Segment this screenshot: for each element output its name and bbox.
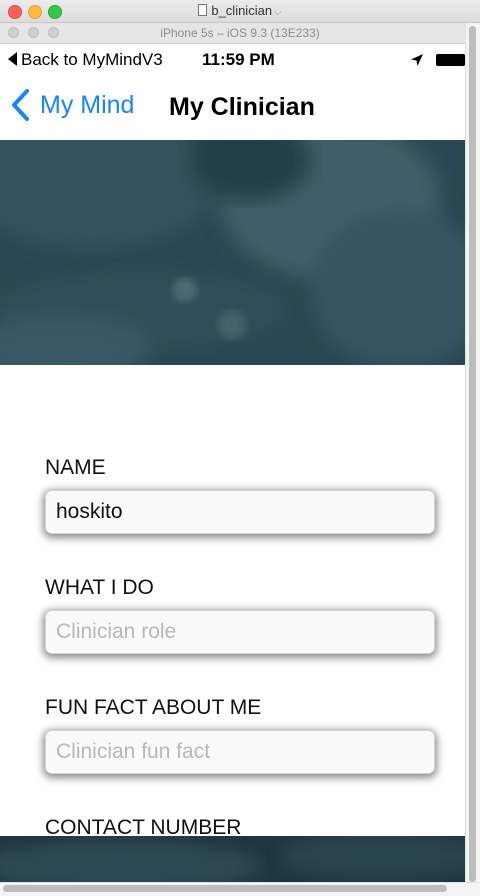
- name-label: NAME: [45, 456, 106, 479]
- role-field[interactable]: [45, 610, 435, 654]
- window-title: b_clinician: [211, 3, 273, 18]
- chevron-left-icon: [12, 89, 29, 121]
- battery-icon: [436, 54, 465, 66]
- window-titlebar: b_clinician ⌵: [0, 0, 480, 23]
- hero-image: [0, 140, 465, 365]
- status-bar: Back to MyMindV3 11:59 PM: [0, 44, 465, 74]
- footer-image-band: [0, 836, 465, 882]
- window-title-wrap: b_clinician ⌵: [0, 3, 480, 18]
- location-arrow-icon: [411, 54, 423, 66]
- nav-back-button[interactable]: My Mind: [10, 88, 134, 122]
- simulator-device-label: iPhone 5s – iOS 9.3 (13E233): [160, 26, 320, 40]
- navigation-bar: My Mind My Clinician: [0, 74, 465, 139]
- back-to-app-label: Back to MyMindV3: [21, 50, 163, 69]
- document-icon: [198, 4, 208, 16]
- page-title: My Clinician: [169, 93, 315, 121]
- simulator-screen: Back to MyMindV3 11:59 PM My Mind My Cli…: [0, 44, 465, 882]
- fun-fact-field[interactable]: [45, 730, 435, 774]
- nav-back-label: My Mind: [40, 90, 135, 119]
- name-field[interactable]: [45, 490, 435, 534]
- back-triangle-icon: [8, 52, 17, 66]
- footer-photo: [0, 836, 465, 882]
- simulator-subbar: iPhone 5s – iOS 9.3 (13E233): [0, 23, 480, 44]
- horizontal-scroll-thumb[interactable]: [3, 885, 447, 892]
- status-time: 11:59 PM: [202, 50, 275, 69]
- fun-fact-label: FUN FACT ABOUT ME: [45, 696, 262, 719]
- hero-clinician-photo: [0, 140, 465, 365]
- role-label: WHAT I DO: [45, 576, 154, 599]
- back-to-app-link[interactable]: Back to MyMindV3: [8, 50, 163, 70]
- vertical-scroll-thumb[interactable]: [469, 26, 476, 882]
- chevron-down-icon[interactable]: ⌵: [274, 7, 282, 18]
